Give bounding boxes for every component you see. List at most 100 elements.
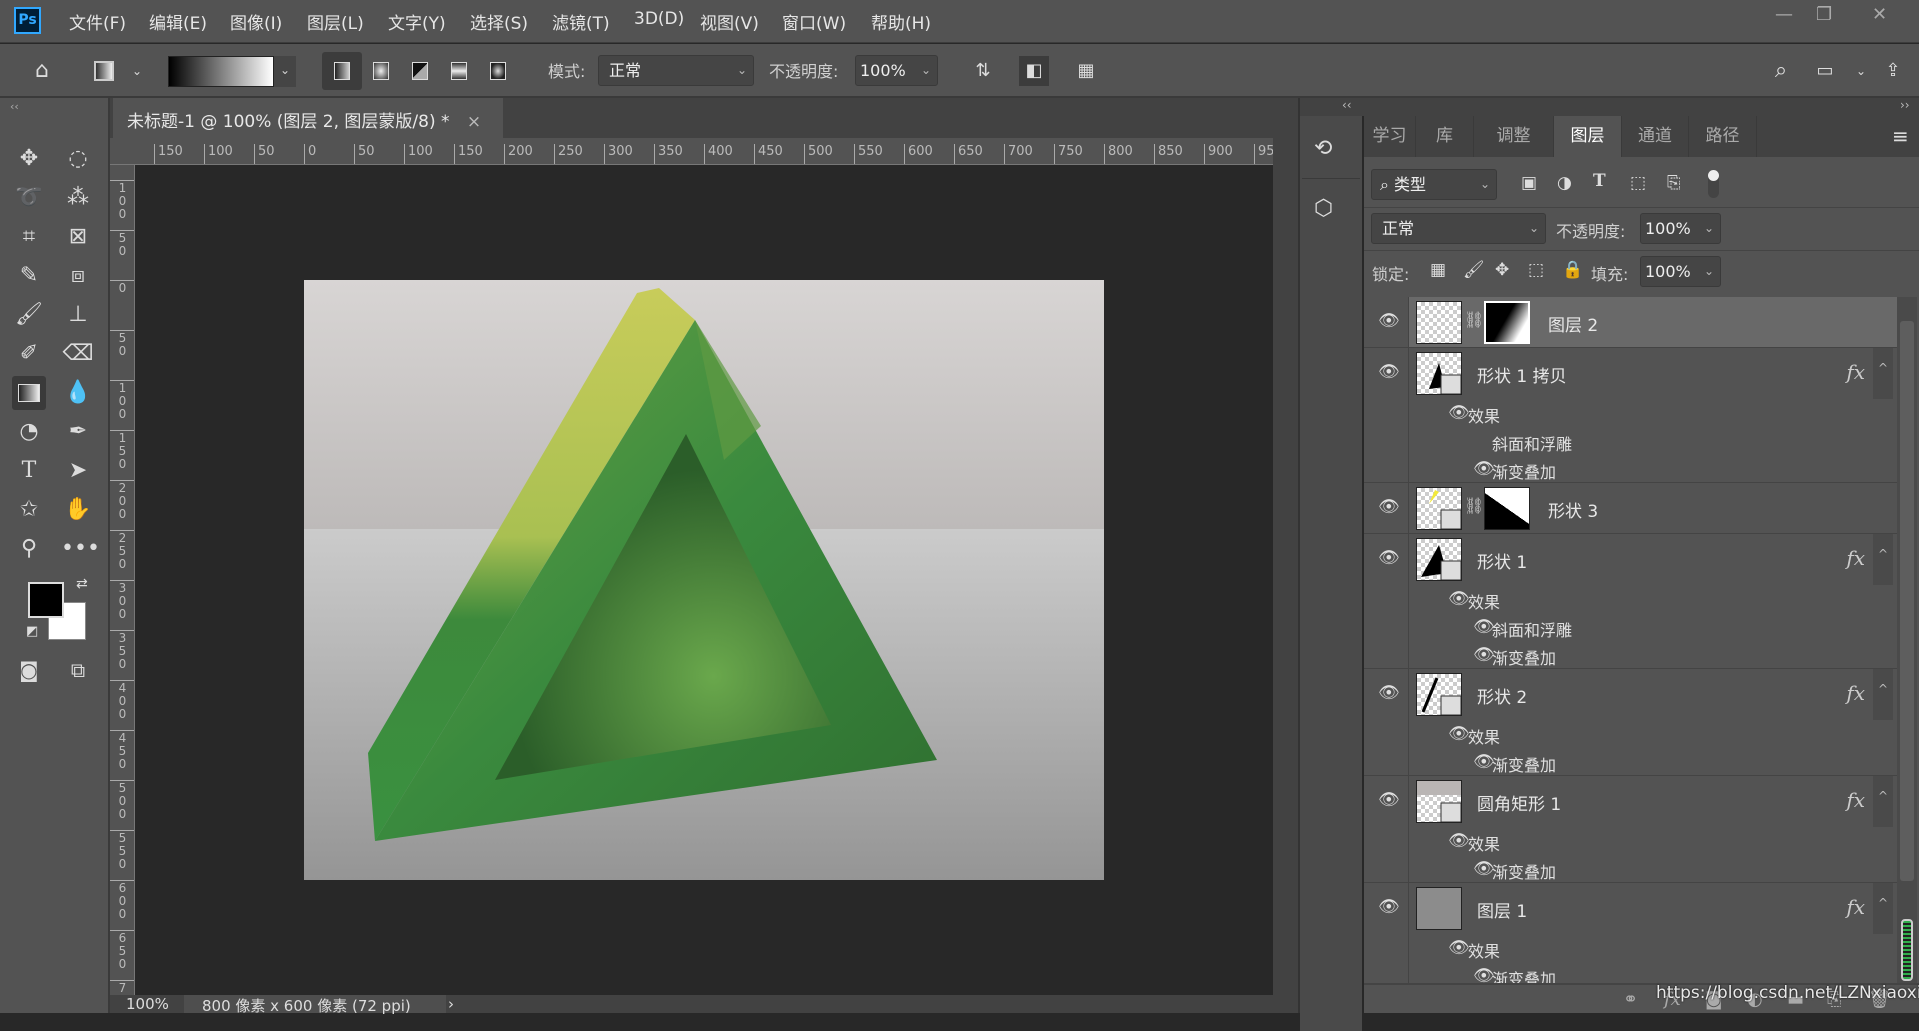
effect-name[interactable]: 渐变叠加 — [1492, 752, 1556, 776]
hand-tool-icon[interactable]: ✋ — [61, 493, 95, 527]
healing-tool-icon[interactable]: ⧈ — [61, 259, 95, 293]
layer-filter-select[interactable]: ⌕ 类型 ⌄ — [1371, 169, 1497, 200]
chevron-down-icon[interactable]: ⌄ — [1704, 257, 1714, 286]
minimize-button[interactable]: — — [1775, 4, 1793, 25]
3d-icon[interactable]: ⬡ — [1314, 196, 1333, 221]
visibility-eye-icon[interactable]: 👁 — [1378, 790, 1400, 810]
menu-help[interactable]: 帮助(H) — [871, 9, 931, 34]
vector-mask-thumbnail[interactable] — [1484, 487, 1530, 530]
visibility-eye-icon[interactable]: 👁 — [1378, 548, 1400, 568]
menu-file[interactable]: 文件(F) — [69, 9, 126, 34]
effect-name[interactable]: 渐变叠加 — [1492, 459, 1556, 483]
opacity-input[interactable]: 100% ⌄ — [855, 55, 938, 86]
gradient-picker[interactable] — [168, 56, 274, 87]
layer-row[interactable]: 👁 圆角矩形 1 fx ^ — [1364, 776, 1897, 827]
effects-eye-icon[interactable]: 👁 — [1448, 938, 1470, 958]
collapse-effects-icon[interactable]: ^ — [1873, 776, 1893, 827]
visibility-eye-icon[interactable]: 👁 — [1378, 311, 1400, 331]
zoom-level[interactable]: 100% — [126, 995, 169, 1013]
magic-wand-tool-icon[interactable]: ⁂ — [61, 181, 95, 215]
chevron-down-icon[interactable]: ⌄ — [122, 56, 152, 86]
menu-select[interactable]: 选择(S) — [470, 9, 528, 34]
visibility-eye-icon[interactable]: 👁 — [1378, 683, 1400, 703]
tab-adjustments[interactable]: 调整 — [1474, 116, 1554, 157]
reverse-icon[interactable]: ⇅ — [968, 56, 998, 86]
lock-all-icon[interactable]: 🔒 — [1562, 260, 1583, 280]
path-selection-tool-icon[interactable]: ➤ — [61, 454, 95, 488]
filter-adjustment-icon[interactable]: ◑ — [1557, 173, 1572, 193]
effect-name[interactable]: 斜面和浮雕 — [1492, 431, 1572, 455]
menu-filter[interactable]: 滤镜(T) — [552, 9, 610, 34]
collapse-right-icon[interactable]: ›› — [1900, 98, 1910, 112]
collapse-left-icon[interactable]: ‹‹ — [1342, 98, 1352, 112]
zoom-tool-icon[interactable]: ⚲ — [12, 532, 46, 566]
chevron-down-icon[interactable]: ⌄ — [1704, 214, 1714, 243]
type-tool-icon[interactable]: T — [12, 454, 46, 488]
menu-layer[interactable]: 图层(L) — [307, 9, 364, 34]
diamond-gradient-button[interactable] — [483, 56, 513, 86]
chevron-down-icon[interactable]: ⌄ — [1846, 56, 1876, 86]
gradient-tool-icon[interactable] — [12, 376, 46, 410]
lock-artboard-icon[interactable]: ⬚ — [1528, 260, 1544, 280]
crop-tool-icon[interactable]: ⌗ — [12, 220, 46, 254]
menu-edit[interactable]: 编辑(E) — [149, 9, 207, 34]
canvas-scrollbar[interactable] — [1273, 98, 1300, 1013]
collapse-tools-icon[interactable]: ‹‹ — [10, 100, 19, 113]
fx-icon[interactable]: fx — [1846, 788, 1865, 812]
effect-name[interactable]: 渐变叠加 — [1492, 859, 1556, 883]
effect-name[interactable]: 渐变叠加 — [1492, 966, 1556, 983]
gradient-picker-chevron[interactable]: ⌄ — [274, 56, 296, 87]
menu-image[interactable]: 图像(I) — [230, 9, 282, 34]
collapse-effects-icon[interactable]: ^ — [1873, 534, 1893, 585]
layer-row[interactable]: 👁 ⛓ 图层 2 — [1364, 297, 1897, 348]
effects-eye-icon[interactable]: 👁 — [1448, 589, 1470, 609]
fx-icon[interactable]: fx — [1846, 360, 1865, 384]
search-icon[interactable]: ⌕ — [1766, 56, 1796, 86]
link-icon[interactable]: ⛓ — [1464, 310, 1484, 329]
move-tool-icon[interactable]: ✥ — [12, 142, 46, 176]
chevron-down-icon[interactable]: ⌄ — [921, 56, 931, 85]
effects-eye-icon[interactable]: 👁 — [1448, 724, 1470, 744]
effect-name[interactable]: 斜面和浮雕 — [1492, 617, 1572, 641]
menu-3d[interactable]: 3D(D) — [634, 9, 684, 29]
mode-select[interactable]: 正常 ⌄ — [598, 55, 754, 86]
reflected-gradient-button[interactable] — [444, 56, 474, 86]
menu-view[interactable]: 视图(V) — [700, 9, 759, 34]
menu-window[interactable]: 窗口(W) — [782, 9, 846, 34]
link-layers-icon[interactable]: ⚭ — [1623, 989, 1638, 1010]
foreground-color-swatch[interactable] — [28, 582, 64, 618]
collapse-effects-icon[interactable]: ^ — [1873, 669, 1893, 720]
blend-mode-select[interactable]: 正常 ⌄ — [1371, 213, 1546, 244]
workspace-icon[interactable]: ▭ — [1810, 56, 1840, 86]
linear-gradient-button[interactable] — [327, 56, 357, 86]
history-icon[interactable]: ⟲ — [1314, 136, 1332, 161]
swap-colors-icon[interactable]: ⇄ — [76, 576, 88, 592]
effects-eye-icon[interactable]: 👁 — [1448, 831, 1470, 851]
tab-channels[interactable]: 通道 — [1622, 116, 1689, 157]
default-colors-icon[interactable]: ◩ — [26, 624, 38, 639]
stamp-tool-icon[interactable]: ⊥ — [61, 298, 95, 332]
shape-tool-icon[interactable]: ✩ — [12, 493, 46, 527]
filter-pixel-icon[interactable]: ▣ — [1521, 173, 1537, 193]
layers-scrollbar[interactable] — [1897, 297, 1917, 983]
layer-row[interactable]: 👁 形状 1 fx ^ — [1364, 534, 1897, 585]
layer-mask-thumbnail[interactable] — [1484, 301, 1530, 344]
more-tools-icon[interactable]: ••• — [61, 532, 100, 566]
lock-transparent-icon[interactable]: ▦ — [1430, 260, 1446, 280]
visibility-eye-icon[interactable]: 👁 — [1378, 362, 1400, 382]
close-window-button[interactable]: ✕ — [1872, 4, 1887, 25]
quick-mask-icon[interactable]: ◙ — [12, 653, 46, 687]
collapse-effects-icon[interactable]: ^ — [1873, 348, 1893, 399]
layer-row[interactable]: 👁 形状 1 拷贝 fx ^ — [1364, 348, 1897, 399]
scrollbar-thumb[interactable] — [1900, 321, 1914, 881]
lasso-tool-icon[interactable]: ➰ — [12, 181, 46, 215]
radial-gradient-button[interactable] — [366, 56, 396, 86]
collapse-effects-icon[interactable]: ^ — [1873, 883, 1893, 934]
document-canvas[interactable] — [304, 280, 1104, 880]
dodge-tool-icon[interactable]: ◔ — [12, 415, 46, 449]
layer-row[interactable]: 👁 ⛓ 形状 3 — [1364, 483, 1897, 534]
layer-row[interactable]: 👁 形状 2 fx ^ — [1364, 669, 1897, 720]
frame-tool-icon[interactable]: ⊠ — [61, 220, 95, 254]
dither-icon[interactable]: ◧ — [1019, 56, 1049, 86]
screen-mode-icon[interactable]: ⧉ — [61, 653, 95, 687]
